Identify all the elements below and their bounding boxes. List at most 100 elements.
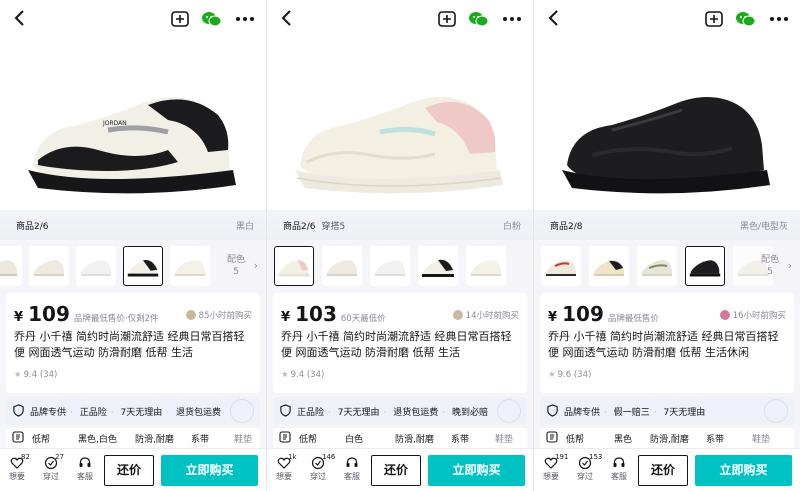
product-title[interactable]: 乔丹 小千禧 简约时尚潮流舒适 经典日常百搭轻便 网面透气运动 防滑耐磨 低帮 …: [548, 329, 788, 361]
color-thumbnail-selected[interactable]: [685, 246, 725, 286]
worn-button[interactable]: 153 穿过: [574, 453, 602, 482]
image-info-strip: 商品2/8 黑色/电型灰: [534, 210, 800, 240]
bargain-button[interactable]: 还价: [638, 455, 688, 486]
wechat-icon[interactable]: [200, 8, 222, 30]
star-icon: ★: [281, 370, 289, 380]
back-icon[interactable]: [544, 8, 564, 28]
param-value: 低帮: [566, 435, 585, 445]
more-colors-button[interactable]: 配色 5 ›: [222, 254, 258, 278]
color-thumbnails: [267, 241, 533, 291]
sell-icon[interactable]: [170, 9, 190, 29]
star-icon: ★: [548, 370, 556, 380]
price: ¥ 103 60天最低价: [281, 302, 386, 326]
color-thumbnail[interactable]: [29, 246, 69, 286]
more-colors-button[interactable]: 配色 5 ›: [756, 254, 792, 278]
worn-button[interactable]: 146 穿过: [307, 453, 335, 482]
service-item: 7天无理由: [337, 408, 380, 418]
product-panel-3: 商品2/8 黑色/电型灰 配色 5 › ¥ 109 品牌最低售价 16小时前购买 乔丹…: [534, 0, 800, 491]
want-button[interactable]: 1k 想要: [273, 453, 297, 482]
watermark-icon: [230, 399, 254, 423]
avatar: [452, 310, 463, 320]
param-value: 黑色: [614, 435, 633, 445]
color-thumbnails: 配色 5 ›: [0, 241, 266, 291]
color-thumbnail[interactable]: [541, 246, 581, 286]
more-icon[interactable]: [234, 9, 256, 29]
want-button[interactable]: 82 想要: [6, 453, 30, 482]
color-name: 黑白: [235, 222, 254, 232]
wechat-icon[interactable]: [467, 8, 489, 30]
service-guarantees[interactable]: 品牌专供 · 正品险 · 7天无理由 · 退货包运费: [6, 397, 260, 425]
product-params[interactable]: 低帮 白色 防滑,耐磨 系带 鞋垫: [273, 428, 527, 448]
customer-service-button[interactable]: 客服: [608, 456, 630, 482]
top-nav-bar: [0, 0, 266, 36]
param-value: 系带: [451, 435, 470, 445]
bottom-action-bar: 82 想要 27 穿过 客服 还价 立即购买: [0, 448, 266, 491]
service-item: 晚到必赔: [452, 408, 489, 418]
color-name: 黑色/电型灰: [739, 222, 788, 232]
product-info-card: ¥ 109 品牌最低售价·仅剩2件 85小时前购买 乔丹 小千禧 简约时尚潮流舒适…: [6, 293, 260, 393]
service-item: 正品险: [297, 408, 325, 418]
service-guarantees[interactable]: 正品险 · 7天无理由 · 退货包运费 · 晚到必赔: [273, 397, 527, 425]
color-thumbnail[interactable]: [589, 246, 629, 286]
headset-icon: [79, 457, 91, 467]
shoe-image: JORDAN: [28, 96, 236, 194]
want-button[interactable]: 191 想要: [540, 453, 568, 482]
customer-service-button[interactable]: 客服: [341, 456, 363, 482]
bargain-button[interactable]: 还价: [104, 455, 154, 486]
recent-purchase: 14小时前购买: [452, 309, 519, 321]
watermark-icon: [497, 399, 521, 423]
product-title[interactable]: 乔丹 小千禧 简约时尚潮流舒适 经典日常百搭轻便 网面透气运动 防滑耐磨 低帮 …: [281, 329, 521, 361]
color-thumbnail[interactable]: [418, 246, 458, 286]
bargain-button[interactable]: 还价: [371, 455, 421, 486]
buy-now-button[interactable]: 立即购买: [428, 455, 525, 486]
back-icon[interactable]: [10, 8, 30, 28]
buy-now-button[interactable]: 立即购买: [695, 455, 792, 486]
param-value: 鞋垫: [495, 435, 514, 445]
params-icon: [279, 431, 291, 443]
product-info-card: ¥ 103 60天最低价 14小时前购买 乔丹 小千禧 简约时尚潮流舒适 经典日常…: [273, 293, 527, 393]
more-icon[interactable]: [768, 9, 790, 29]
param-value: 防滑,耐磨: [650, 435, 689, 445]
color-thumbnail[interactable]: [170, 246, 210, 286]
wechat-icon[interactable]: [734, 8, 756, 30]
param-value: 防滑,耐磨: [135, 435, 174, 445]
service-item: 正品险: [79, 408, 107, 418]
product-title[interactable]: 乔丹 小千禧 简约时尚潮流舒适 经典日常百搭轻便 网面透气运动 防滑耐磨 低帮 …: [14, 329, 254, 361]
product-params[interactable]: 低帮 黑色 防滑,耐磨 系带 鞋垫: [540, 428, 794, 448]
service-item: 品牌专供: [30, 408, 67, 418]
service-guarantees[interactable]: 品牌专供 · 假一赔三 · 7天无理由: [540, 397, 794, 425]
service-item: 7天无理由: [663, 408, 706, 418]
shield-icon: [280, 404, 291, 417]
rating[interactable]: ★ 9.4 (34): [281, 370, 324, 380]
customer-service-button[interactable]: 客服: [74, 456, 96, 482]
color-thumbnail[interactable]: [370, 246, 410, 286]
product-info-card: ¥ 109 品牌最低售价 16小时前购买 乔丹 小千禧 简约时尚潮流舒适 经典日常…: [540, 293, 794, 393]
bottom-action-bar: 191 想要 153 穿过 客服 还价 立即购买: [534, 448, 800, 491]
param-value: 系带: [191, 435, 210, 445]
worn-button[interactable]: 27 穿过: [40, 453, 64, 482]
param-value: 黑色,白色: [78, 435, 117, 445]
param-value: 系带: [706, 435, 725, 445]
more-icon[interactable]: [501, 9, 523, 29]
color-thumbnail-selected[interactable]: [274, 246, 314, 286]
product-params[interactable]: 低帮 黑色,白色 防滑,耐磨 系带 鞋垫: [6, 428, 260, 448]
sell-icon[interactable]: [704, 9, 724, 29]
avatar: [719, 310, 730, 320]
rating[interactable]: ★ 9.6 (34): [548, 370, 591, 380]
param-value: 白色: [345, 435, 364, 445]
image-info-strip: 商品2/6 黑白: [0, 210, 266, 240]
color-thumbnail-selected[interactable]: [123, 246, 163, 286]
buy-now-button[interactable]: 立即购买: [161, 455, 258, 486]
color-thumbnail[interactable]: [0, 246, 22, 286]
color-thumbnail[interactable]: [322, 246, 362, 286]
color-thumbnail[interactable]: [637, 246, 677, 286]
param-value: 防滑,耐磨: [395, 435, 434, 445]
sell-icon[interactable]: [437, 9, 457, 29]
rating[interactable]: ★ 9.4 (34): [14, 370, 57, 380]
back-icon[interactable]: [277, 8, 297, 28]
color-thumbnail[interactable]: [466, 246, 506, 286]
param-value: 鞋垫: [752, 435, 771, 445]
shield-icon: [547, 404, 558, 417]
color-thumbnail[interactable]: [76, 246, 116, 286]
service-item: 退货包运费: [393, 408, 439, 418]
